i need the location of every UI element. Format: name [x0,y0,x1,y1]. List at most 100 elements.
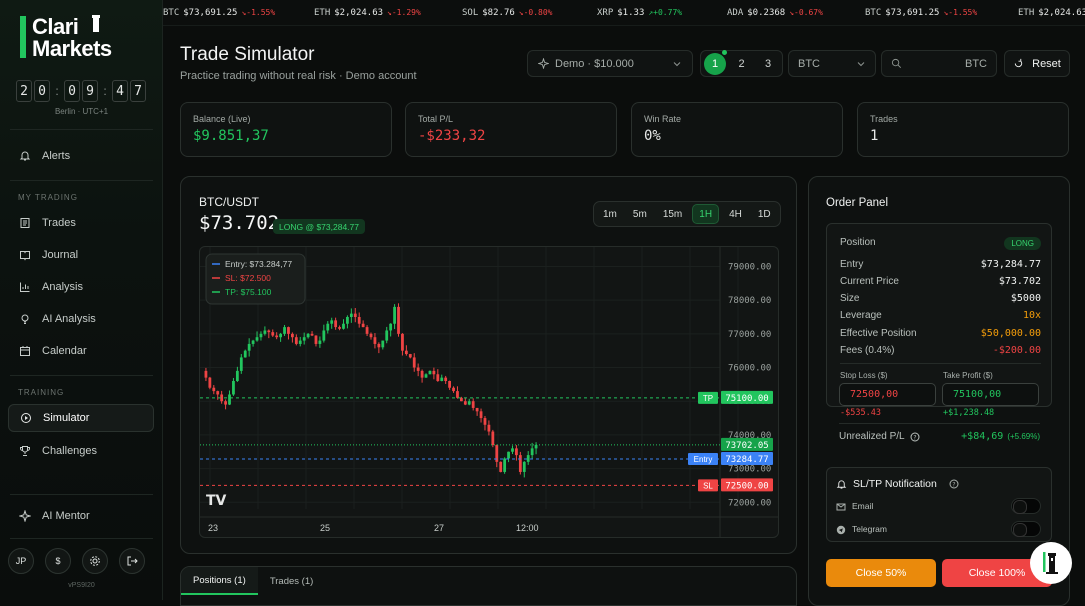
candle-body [346,317,349,324]
settings-button[interactable] [82,548,108,574]
unrealized-pnl-row: Unrealized P/L ? +$84,69 (+5.69%) [839,431,1040,442]
ticker-change: ↗+0.77% [648,8,683,17]
take-profit-input[interactable]: 75100,00 [942,383,1039,406]
timeframe-1d[interactable]: 1D [752,204,777,224]
ticker-price: $0.2368 [747,7,786,18]
bottom-tabs: Positions (1) Trades (1) [180,566,797,606]
logo[interactable]: Clari Markets [18,14,128,61]
row-label: Size [840,293,860,304]
chart-panel: BTC/USDT $73.702 LONG @ $73,284.77 1m 5m… [180,176,797,554]
legend-entry: Entry: $73.284,77 [225,259,292,269]
candle-body [534,444,538,449]
candle-body [361,323,365,328]
stop-loss-input[interactable]: 72500,00 [839,383,936,406]
tab-positions[interactable]: Positions (1) [181,567,258,595]
ticker-price: $82.76 [482,7,515,18]
divider [840,363,1041,364]
sidebar-item-analysis[interactable]: Analysis [8,273,154,301]
sidebar-item-journal[interactable]: Journal [8,241,154,269]
row-value: $50,000.00 [980,328,1041,339]
sidebar-item-ai-mentor[interactable]: AI Mentor [8,502,154,530]
ticker-item[interactable]: BTC $73,691.25 ↘-1.55% [865,8,977,18]
y-tick-label: 73000.00 [728,465,771,475]
tab-trades[interactable]: Trades (1) [258,567,325,595]
candle-body [275,335,279,338]
email-toggle[interactable] [1011,498,1041,514]
row-value: $5000 [1010,293,1041,304]
ticker-price: $2,024.63 [334,7,384,18]
order-panel: Order Panel Position LONG Entry $73,284.… [808,176,1070,606]
order-panel-title: Order Panel [826,197,889,209]
ticker-symbol: SOL [462,7,479,18]
reset-icon [1014,58,1023,68]
account-select[interactable]: Demo · $10.000 [527,50,693,77]
detail-row: Fees (0.4%) -$200.00 [840,345,1041,356]
timeframe-1m[interactable]: 1m [597,204,623,224]
ticker-symbol: ADA [727,7,744,18]
telegram-toggle[interactable] [1011,521,1041,537]
sidebar-item-label: AI Analysis [42,313,96,325]
y-tick-label: 76000.00 [728,364,771,374]
candle-body [251,340,255,344]
candle-body [515,448,518,456]
sidebar-item-trades[interactable]: Trades [8,209,154,237]
clock-digit: 9 [82,80,98,102]
page-title: Trade Simulator [180,44,315,65]
timeframe-15m[interactable]: 15m [657,204,688,224]
row-value: $73.702 [998,276,1041,287]
sidebar-item-ai-analysis[interactable]: AI Analysis [8,305,154,333]
candle-body [522,461,526,472]
y-tick-label: 79000.00 [728,262,771,272]
candle-body [408,354,412,358]
price-chart[interactable]: 79000.0078000.0077000.0076000.0075000.00… [199,246,779,538]
search-input[interactable]: BTC [881,50,997,77]
current-price-label: 73702.05 [725,441,768,451]
telegram-label: Telegram [852,524,887,534]
layout-switcher: 1 2 3 [700,49,783,77]
email-label: Email [852,501,874,511]
row-label: Fees (0.4%) [840,345,895,356]
candle-body [389,323,393,331]
reset-button[interactable]: Reset [1004,50,1070,77]
stop-loss-label: Stop Loss ($) [840,371,888,380]
avatar[interactable]: JP [8,548,34,574]
candle-body [330,320,334,324]
symbol-select[interactable]: BTC [788,50,876,77]
row-label: Current Price [840,276,899,287]
logout-icon [127,556,138,566]
candle-body [475,407,479,412]
layout-3-button[interactable]: 3 [757,53,779,75]
logout-button[interactable] [119,548,145,574]
timeframe-1h[interactable]: 1H [692,204,720,224]
ticker-item[interactable]: BTC $73,691.25 ↘-1.55% [163,8,275,18]
sidebar-item-challenges[interactable]: Challenges [8,437,154,465]
ticker-item[interactable]: ADA $0.2368 ↘-0.67% [727,8,823,18]
sidebar-item-label: Challenges [42,445,98,457]
candle-body [314,335,318,344]
candle-body [212,387,216,392]
ticker-item[interactable]: SOL $82.76 ↘-0.80% [462,8,553,18]
help-icon[interactable]: ? [910,432,920,442]
sidebar-item-calendar[interactable]: Calendar [8,337,154,365]
candle-body [436,374,440,381]
timeframe-4h[interactable]: 4H [723,204,748,224]
candle-body [247,343,251,351]
currency-button[interactable]: $ [45,548,71,574]
ticker-item[interactable]: XRP $1.33 ↗+0.77% [597,8,682,18]
ticker-item[interactable]: ETH $2,024.63 [1018,8,1085,18]
timeframe-selector: 1m 5m 15m 1H 4H 1D [593,201,781,227]
chart-canvas[interactable]: 79000.0078000.0077000.0076000.0075000.00… [200,247,779,538]
sidebar-item-label: AI Mentor [42,510,90,522]
ticker-item[interactable]: ETH $2,024.63 ↘-1.29% [314,8,421,18]
candle-body [232,381,235,395]
assistant-fab[interactable] [1030,542,1072,584]
sidebar-item-alerts[interactable]: Alerts [8,142,154,170]
sidebar-item-simulator[interactable]: Simulator [8,404,154,432]
candle-body [491,431,495,445]
help-icon[interactable]: ? [949,479,959,489]
candle-body [467,401,471,405]
timeframe-5m[interactable]: 5m [627,204,653,224]
close-50-button[interactable]: Close 50% [826,559,936,587]
layout-1-button[interactable]: 1 [704,49,727,75]
layout-2-button[interactable]: 2 [731,53,753,75]
